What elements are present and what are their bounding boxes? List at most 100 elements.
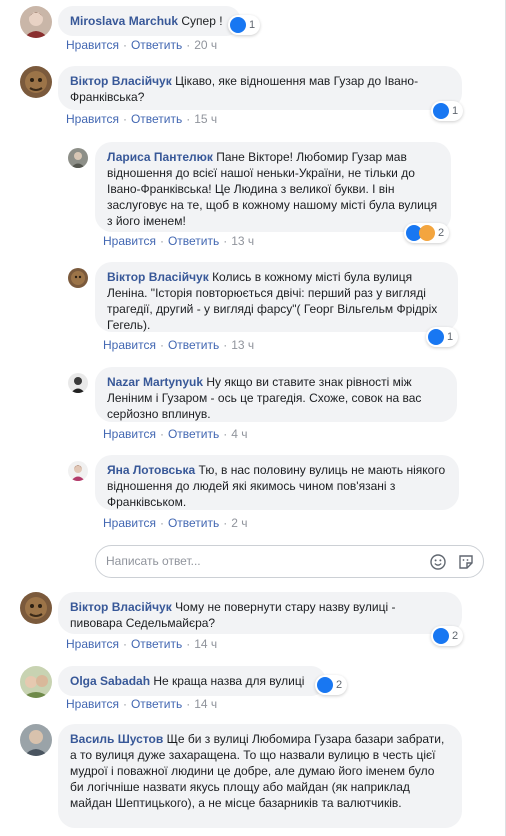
comment-bubble: Василь Шустов Ще би з вулиці Любомира Гу… [58,724,462,828]
reply-link[interactable]: Ответить [168,516,219,530]
separator: · [223,427,228,441]
reply-link[interactable]: Ответить [131,112,182,126]
reply-link[interactable]: Ответить [131,637,182,651]
reaction-summary[interactable]: 1 [426,327,459,347]
reply-link[interactable]: Ответить [131,697,182,711]
reply-link[interactable]: Ответить [168,427,219,441]
separator: · [159,516,164,530]
separator: · [122,697,127,711]
separator: · [186,637,191,651]
reaction-summary[interactable]: 2 [431,626,464,646]
reply-box[interactable] [95,545,484,578]
like-link[interactable]: Нравится [66,38,119,52]
reply-link[interactable]: Ответить [168,338,219,352]
comment-actions: Нравится · Ответить · 15 ч [66,112,217,126]
reaction-count: 1 [249,19,256,31]
comment-author[interactable]: Olga Sabadah [70,674,150,688]
separator: · [159,338,164,352]
comment-bubble: Miroslava Marchuk Супер ! [58,6,241,36]
like-reaction-icon [433,628,449,644]
comment-actions: Нравится · Ответить · 14 ч [66,697,217,711]
comment-actions: Нравится · Ответить · 14 ч [66,637,217,651]
reaction-count: 1 [452,105,459,117]
reply-link[interactable]: Ответить [168,234,219,248]
separator: · [122,637,127,651]
like-link[interactable]: Нравится [66,697,119,711]
like-link[interactable]: Нравится [103,234,156,248]
comment-author[interactable]: Nazar Martynyuk [107,375,203,389]
timestamp[interactable]: 20 ч [194,38,217,52]
sticker-icon[interactable] [458,554,474,570]
like-link[interactable]: Нравится [103,338,156,352]
reaction-count: 2 [336,679,343,691]
reaction-summary[interactable]: 1 [228,15,261,35]
like-reaction-icon [317,677,333,693]
comment-author[interactable]: Василь Шустов [70,732,163,746]
reaction-count: 1 [447,331,454,343]
comment-author[interactable]: Лариса Пантелюк [107,150,213,164]
avatar[interactable] [20,592,52,624]
avatar[interactable] [68,268,88,288]
comment-author[interactable]: Віктор Власійчук [70,600,172,614]
timestamp[interactable]: 13 ч [231,338,254,352]
avatar[interactable] [68,148,88,168]
comment-author[interactable]: Miroslava Marchuk [70,14,178,28]
reaction-count: 2 [438,227,445,239]
timestamp[interactable]: 2 ч [231,516,247,530]
comment-bubble: Віктор Власійчук Колись в кожному місті … [95,262,458,332]
avatar[interactable] [68,373,88,393]
comment-bubble: Olga Sabadah Не краща назва для вулиці [58,666,326,696]
comment-actions: Нравится · Ответить · 2 ч [103,516,248,530]
avatar[interactable] [20,724,52,756]
comments-panel: Miroslava Marchuk Супер ! 1 Нравится · Отв… [0,0,506,836]
reply-input[interactable] [106,554,406,568]
separator: · [186,112,191,126]
like-link[interactable]: Нравится [103,516,156,530]
separator: · [159,427,164,441]
separator: · [159,234,164,248]
reaction-count: 2 [452,630,459,642]
separator: · [186,697,191,711]
avatar[interactable] [20,66,52,98]
comment-actions: Нравится · Ответить · 13 ч [103,338,254,352]
separator: · [223,234,228,248]
separator: · [223,338,228,352]
separator: · [122,112,127,126]
timestamp[interactable]: 14 ч [194,697,217,711]
reply-link[interactable]: Ответить [131,38,182,52]
comment-author[interactable]: Віктор Власійчук [70,74,172,88]
separator: · [223,516,228,530]
reaction-summary[interactable]: 2 [315,675,348,695]
timestamp[interactable]: 13 ч [231,234,254,248]
like-link[interactable]: Нравится [66,637,119,651]
timestamp[interactable]: 15 ч [194,112,217,126]
comment-text: Супер ! [181,14,223,28]
like-reaction-icon [428,329,444,345]
comment-author[interactable]: Віктор Власійчук [107,270,209,284]
smiley-icon[interactable] [430,554,446,570]
timestamp[interactable]: 4 ч [231,427,247,441]
comment-actions: Нравится · Ответить · 20 ч [66,38,217,52]
avatar[interactable] [20,666,52,698]
timestamp[interactable]: 14 ч [194,637,217,651]
reaction-summary[interactable]: 2 [404,223,450,243]
comment-bubble: Яна Лотовська Тю, в нас половину вулиць … [95,455,459,510]
like-link[interactable]: Нравится [66,112,119,126]
avatar[interactable] [68,461,88,481]
like-reaction-icon [433,103,449,119]
comment-bubble: Nazar Martynyuk Ну якщо ви ставите знак … [95,367,457,422]
comment-bubble: Віктор Власійчук Цікаво, яке відношення … [58,66,462,110]
comment-author[interactable]: Яна Лотовська [107,463,195,477]
angry-reaction-icon [419,225,435,241]
comment-bubble: Лариса Пантелюк Пане Вікторе! Любомир Гу… [95,142,451,232]
reaction-summary[interactable]: 1 [431,101,464,121]
separator: · [122,38,127,52]
comment-actions: Нравится · Ответить · 13 ч [103,234,254,248]
avatar[interactable] [20,6,52,38]
comment-text: Не краща назва для вулиці [153,674,305,688]
like-reaction-icon [230,17,246,33]
comment-actions: Нравится · Ответить · 4 ч [103,427,248,441]
like-link[interactable]: Нравится [103,427,156,441]
separator: · [186,38,191,52]
comment-bubble: Віктор Власійчук Чому не повернути стару… [58,592,462,634]
